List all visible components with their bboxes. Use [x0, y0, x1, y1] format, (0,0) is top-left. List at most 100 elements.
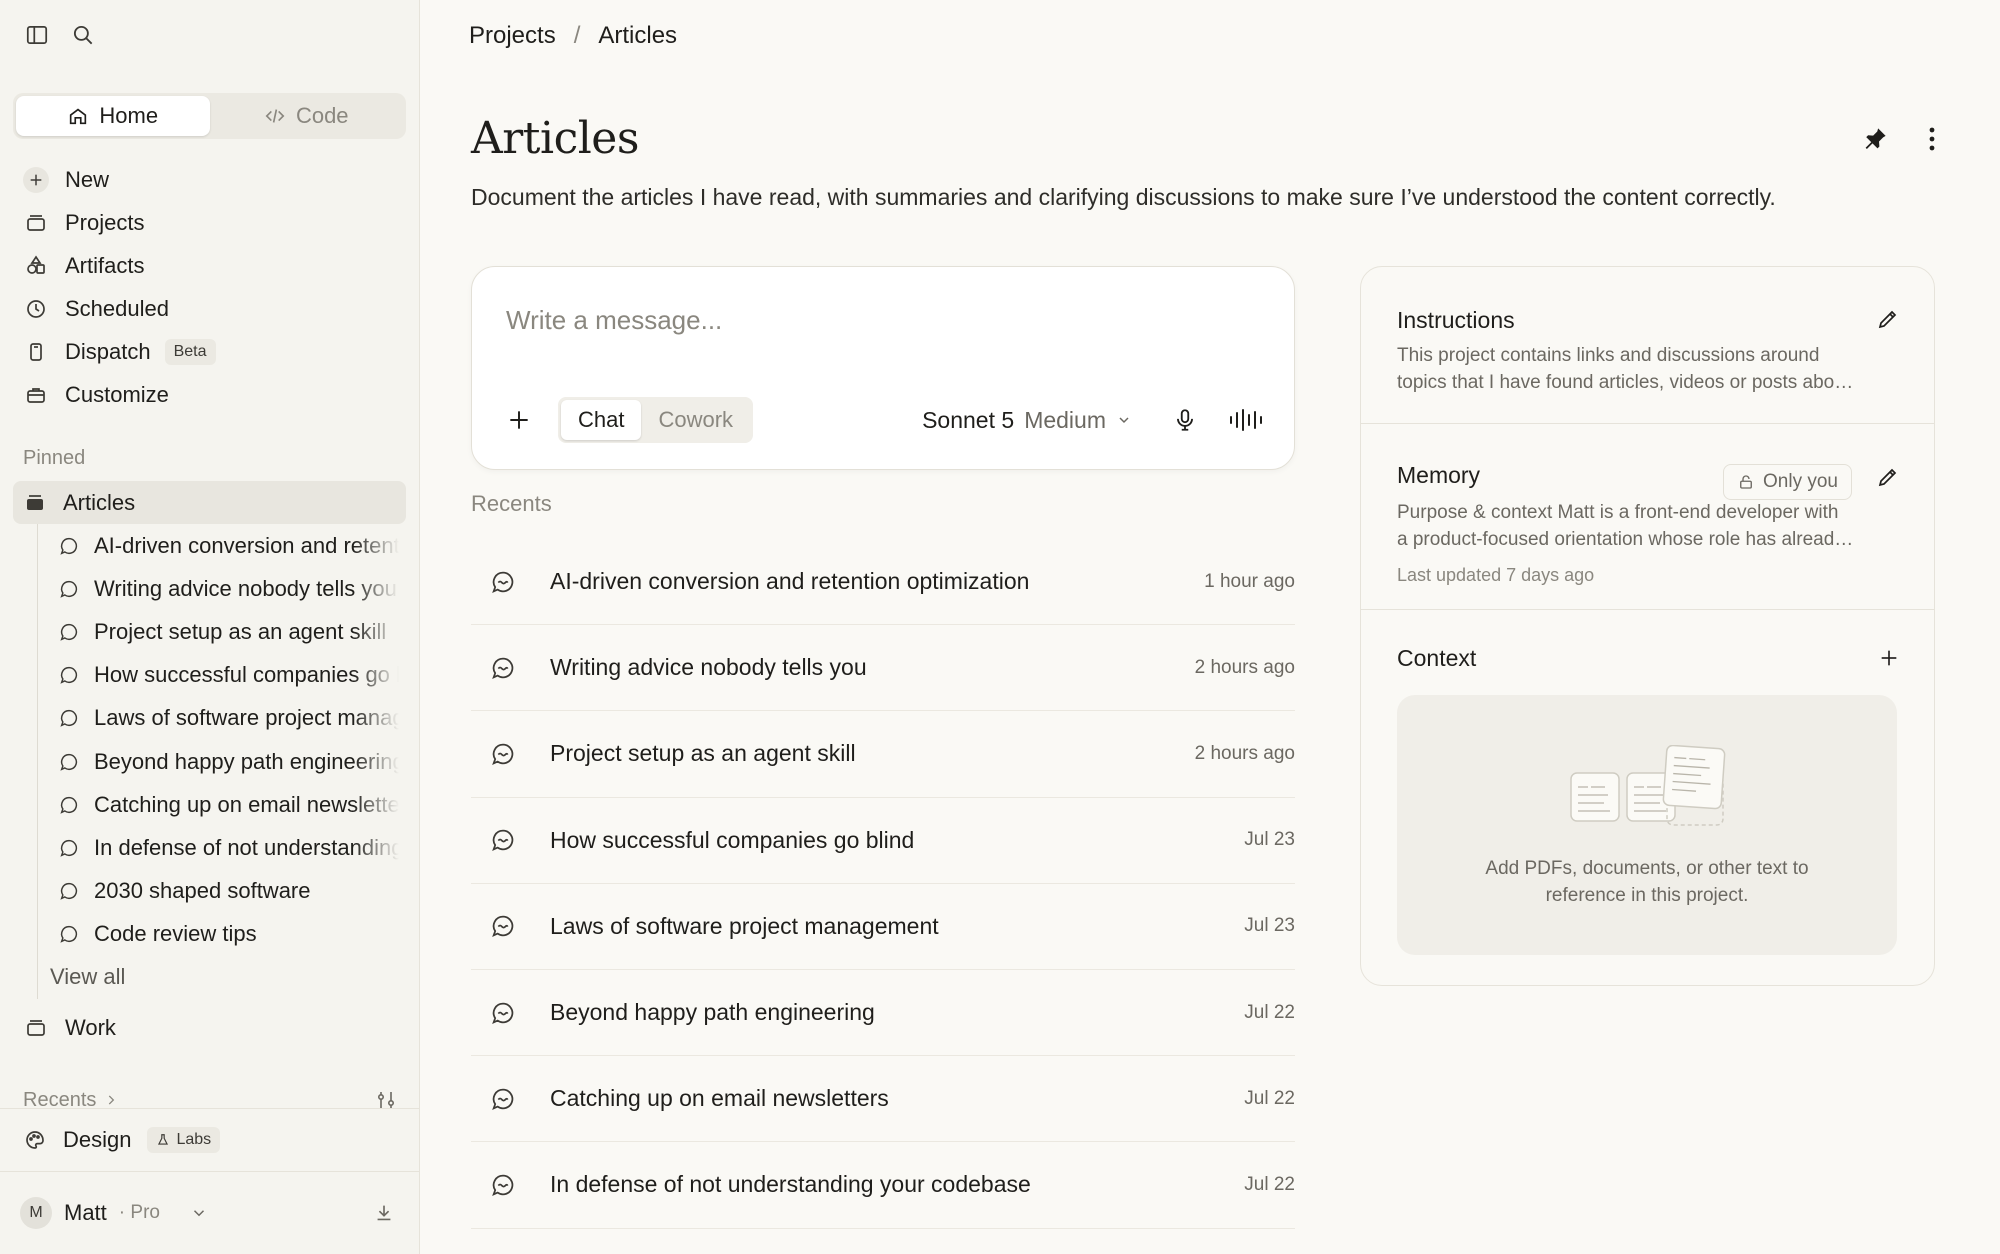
sidebar-item-projects[interactable]: Projects	[13, 201, 406, 244]
chat-bubble-icon	[489, 654, 517, 682]
sidebar-item-customize[interactable]: Customize	[13, 373, 406, 416]
chat-bubble-icon	[489, 1171, 517, 1199]
model-selector[interactable]: Sonnet 5 Medium	[922, 407, 1132, 434]
search-icon[interactable]	[70, 22, 96, 48]
home-icon	[67, 105, 89, 127]
memory-section: Memory Only you Purpose & context Matt i…	[1361, 424, 1934, 610]
instructions-section: Instructions This project contains links…	[1361, 267, 1934, 424]
instructions-text[interactable]: This project contains links and discussi…	[1397, 342, 1897, 396]
instructions-line: topics that I have found articles, video…	[1397, 372, 1854, 393]
conversation-row[interactable]: How successful companies go blind Jul 23	[471, 798, 1295, 884]
labs-badge: Labs	[147, 1126, 221, 1153]
pinned-chat-item[interactable]: 2030 shaped software	[38, 870, 406, 913]
pinned-chat-item[interactable]: In defense of not understanding your cod…	[38, 826, 406, 869]
voice-mode-icon[interactable]	[1228, 407, 1264, 433]
plus-icon	[23, 166, 49, 193]
add-context-icon[interactable]	[1878, 647, 1900, 669]
more-options-icon[interactable]	[1928, 126, 1936, 152]
pin-icon[interactable]	[1860, 124, 1890, 154]
pinned-section-label: Pinned	[23, 447, 86, 469]
chevron-down-icon	[1116, 412, 1132, 428]
download-icon[interactable]	[373, 1202, 395, 1224]
context-empty-line: Add PDFs, documents, or other text to	[1485, 858, 1809, 879]
chat-bubble-icon	[58, 751, 80, 773]
view-all-link[interactable]: View all	[38, 956, 406, 999]
conversation-row[interactable]: Catching up on email newsletters Jul 22	[471, 1056, 1295, 1143]
model-name: Sonnet 5	[922, 406, 1015, 433]
pinned-project-articles[interactable]: Articles	[13, 481, 406, 524]
pinned-chat-item[interactable]: Catching up on email newsletters	[38, 783, 406, 826]
user-plan: · Pro	[118, 1202, 160, 1223]
pinned-chat-item[interactable]: Beyond happy path engineering	[38, 740, 406, 783]
cowork-mode-button[interactable]: Cowork	[641, 400, 750, 440]
pinned-project-label: Articles	[63, 489, 136, 515]
instructions-title: Instructions	[1397, 307, 1515, 333]
conversation-title: Writing advice nobody tells you	[550, 654, 867, 681]
folder-icon	[23, 1015, 49, 1041]
chat-bubble-icon	[489, 1085, 517, 1113]
pinned-chat-item[interactable]: Writing advice nobody tells you	[38, 567, 406, 610]
context-dropzone[interactable]: Add PDFs, documents, or other text to re…	[1397, 695, 1897, 955]
sidebar-item-artifacts[interactable]: Artifacts	[13, 244, 406, 287]
pinned-chat-title: Code review tips	[94, 921, 257, 947]
project-description: Document the articles I have read, with …	[471, 184, 1776, 210]
sidebar: Home Code New Projects Artifacts Schedul…	[0, 0, 420, 1254]
microphone-icon[interactable]	[1172, 407, 1198, 433]
briefcase-icon	[23, 382, 49, 408]
conversation-row[interactable]: In defense of not understanding your cod…	[471, 1142, 1295, 1229]
conversation-title: Project setup as an agent skill	[550, 740, 856, 767]
sidebar-toggle-icon[interactable]	[24, 22, 50, 48]
user-name: Matt	[64, 1200, 107, 1225]
sidebar-item-design[interactable]: Design Labs	[0, 1108, 419, 1170]
chat-mode-button[interactable]: Chat	[561, 400, 642, 440]
sidebar-nav: New Projects Artifacts Scheduled Dispatc…	[13, 158, 406, 416]
conversation-time: 2 hours ago	[1194, 742, 1295, 764]
chat-bubble-icon	[58, 535, 80, 557]
chat-bubble-icon	[58, 923, 80, 945]
conversation-row[interactable]: Beyond happy path engineering Jul 22	[471, 970, 1295, 1057]
pinned-chat-title: Beyond happy path engineering	[94, 748, 399, 774]
conversation-row[interactable]: Project setup as an agent skill 2 hours …	[471, 711, 1295, 798]
conversation-time: Jul 22	[1244, 1173, 1295, 1195]
memory-text[interactable]: Purpose & context Matt is a front-end de…	[1397, 499, 1897, 553]
beta-badge: Beta	[164, 338, 216, 365]
sidebar-item-scheduled[interactable]: Scheduled	[13, 287, 406, 330]
add-attachment-icon[interactable]	[506, 407, 532, 433]
sidebar-item-dispatch[interactable]: Dispatch Beta	[13, 330, 406, 373]
pinned-chat-item[interactable]: Code review tips	[38, 913, 406, 956]
pinned-chat-item[interactable]: Laws of software project management	[38, 697, 406, 740]
context-empty-line: reference in this project.	[1545, 885, 1749, 906]
pinned-chat-title: 2030 shaped software	[94, 878, 311, 904]
pinned-chat-title: How successful companies go blind	[94, 662, 399, 688]
flask-icon	[156, 1133, 170, 1147]
conversation-title: AI-driven conversion and retention optim…	[550, 568, 1030, 595]
sidebar-item-label: Dispatch	[65, 338, 151, 364]
pinned-chat-item[interactable]: How successful companies go blind	[38, 654, 406, 697]
conversation-row[interactable]: AI-driven conversion and retention optim…	[471, 539, 1295, 626]
message-input[interactable]: Write a message...	[506, 305, 722, 336]
breadcrumb-current: Articles	[598, 22, 678, 49]
sidebar-item-new[interactable]: New	[13, 158, 406, 201]
sidebar-project-work[interactable]: Work	[13, 1006, 406, 1049]
home-tab-label: Home	[99, 103, 159, 128]
conversation-row[interactable]: Laws of software project management Jul …	[471, 884, 1295, 970]
pinned-chat-item[interactable]: AI-driven conversion and retention optim…	[38, 524, 406, 567]
user-menu[interactable]: M Matt · Pro	[0, 1171, 419, 1254]
breadcrumb-projects[interactable]: Projects	[469, 22, 556, 50]
code-tab[interactable]: Code	[210, 96, 404, 136]
model-effort: Medium	[1024, 406, 1106, 433]
conversation-title: Laws of software project management	[550, 912, 939, 939]
edit-instructions-icon[interactable]	[1876, 307, 1900, 331]
conversation-time: Jul 23	[1244, 829, 1295, 851]
conversation-row[interactable]: Writing advice nobody tells you 2 hours …	[471, 625, 1295, 712]
pinned-list: Articles AI-driven conversion and retent…	[13, 481, 406, 999]
home-tab[interactable]: Home	[16, 96, 210, 136]
edit-memory-icon[interactable]	[1876, 465, 1900, 489]
pinned-chat-item[interactable]: Project setup as an agent skill	[38, 610, 406, 653]
chevron-right-icon	[104, 1093, 118, 1107]
memory-line: Purpose & context Matt is a front-end de…	[1397, 502, 1839, 523]
sidebar-toolbar	[24, 22, 96, 48]
memory-visibility-button[interactable]: Only you	[1723, 464, 1852, 500]
conversation-time: 2 hours ago	[1194, 656, 1295, 678]
sidebar-item-label: Design	[63, 1126, 132, 1152]
